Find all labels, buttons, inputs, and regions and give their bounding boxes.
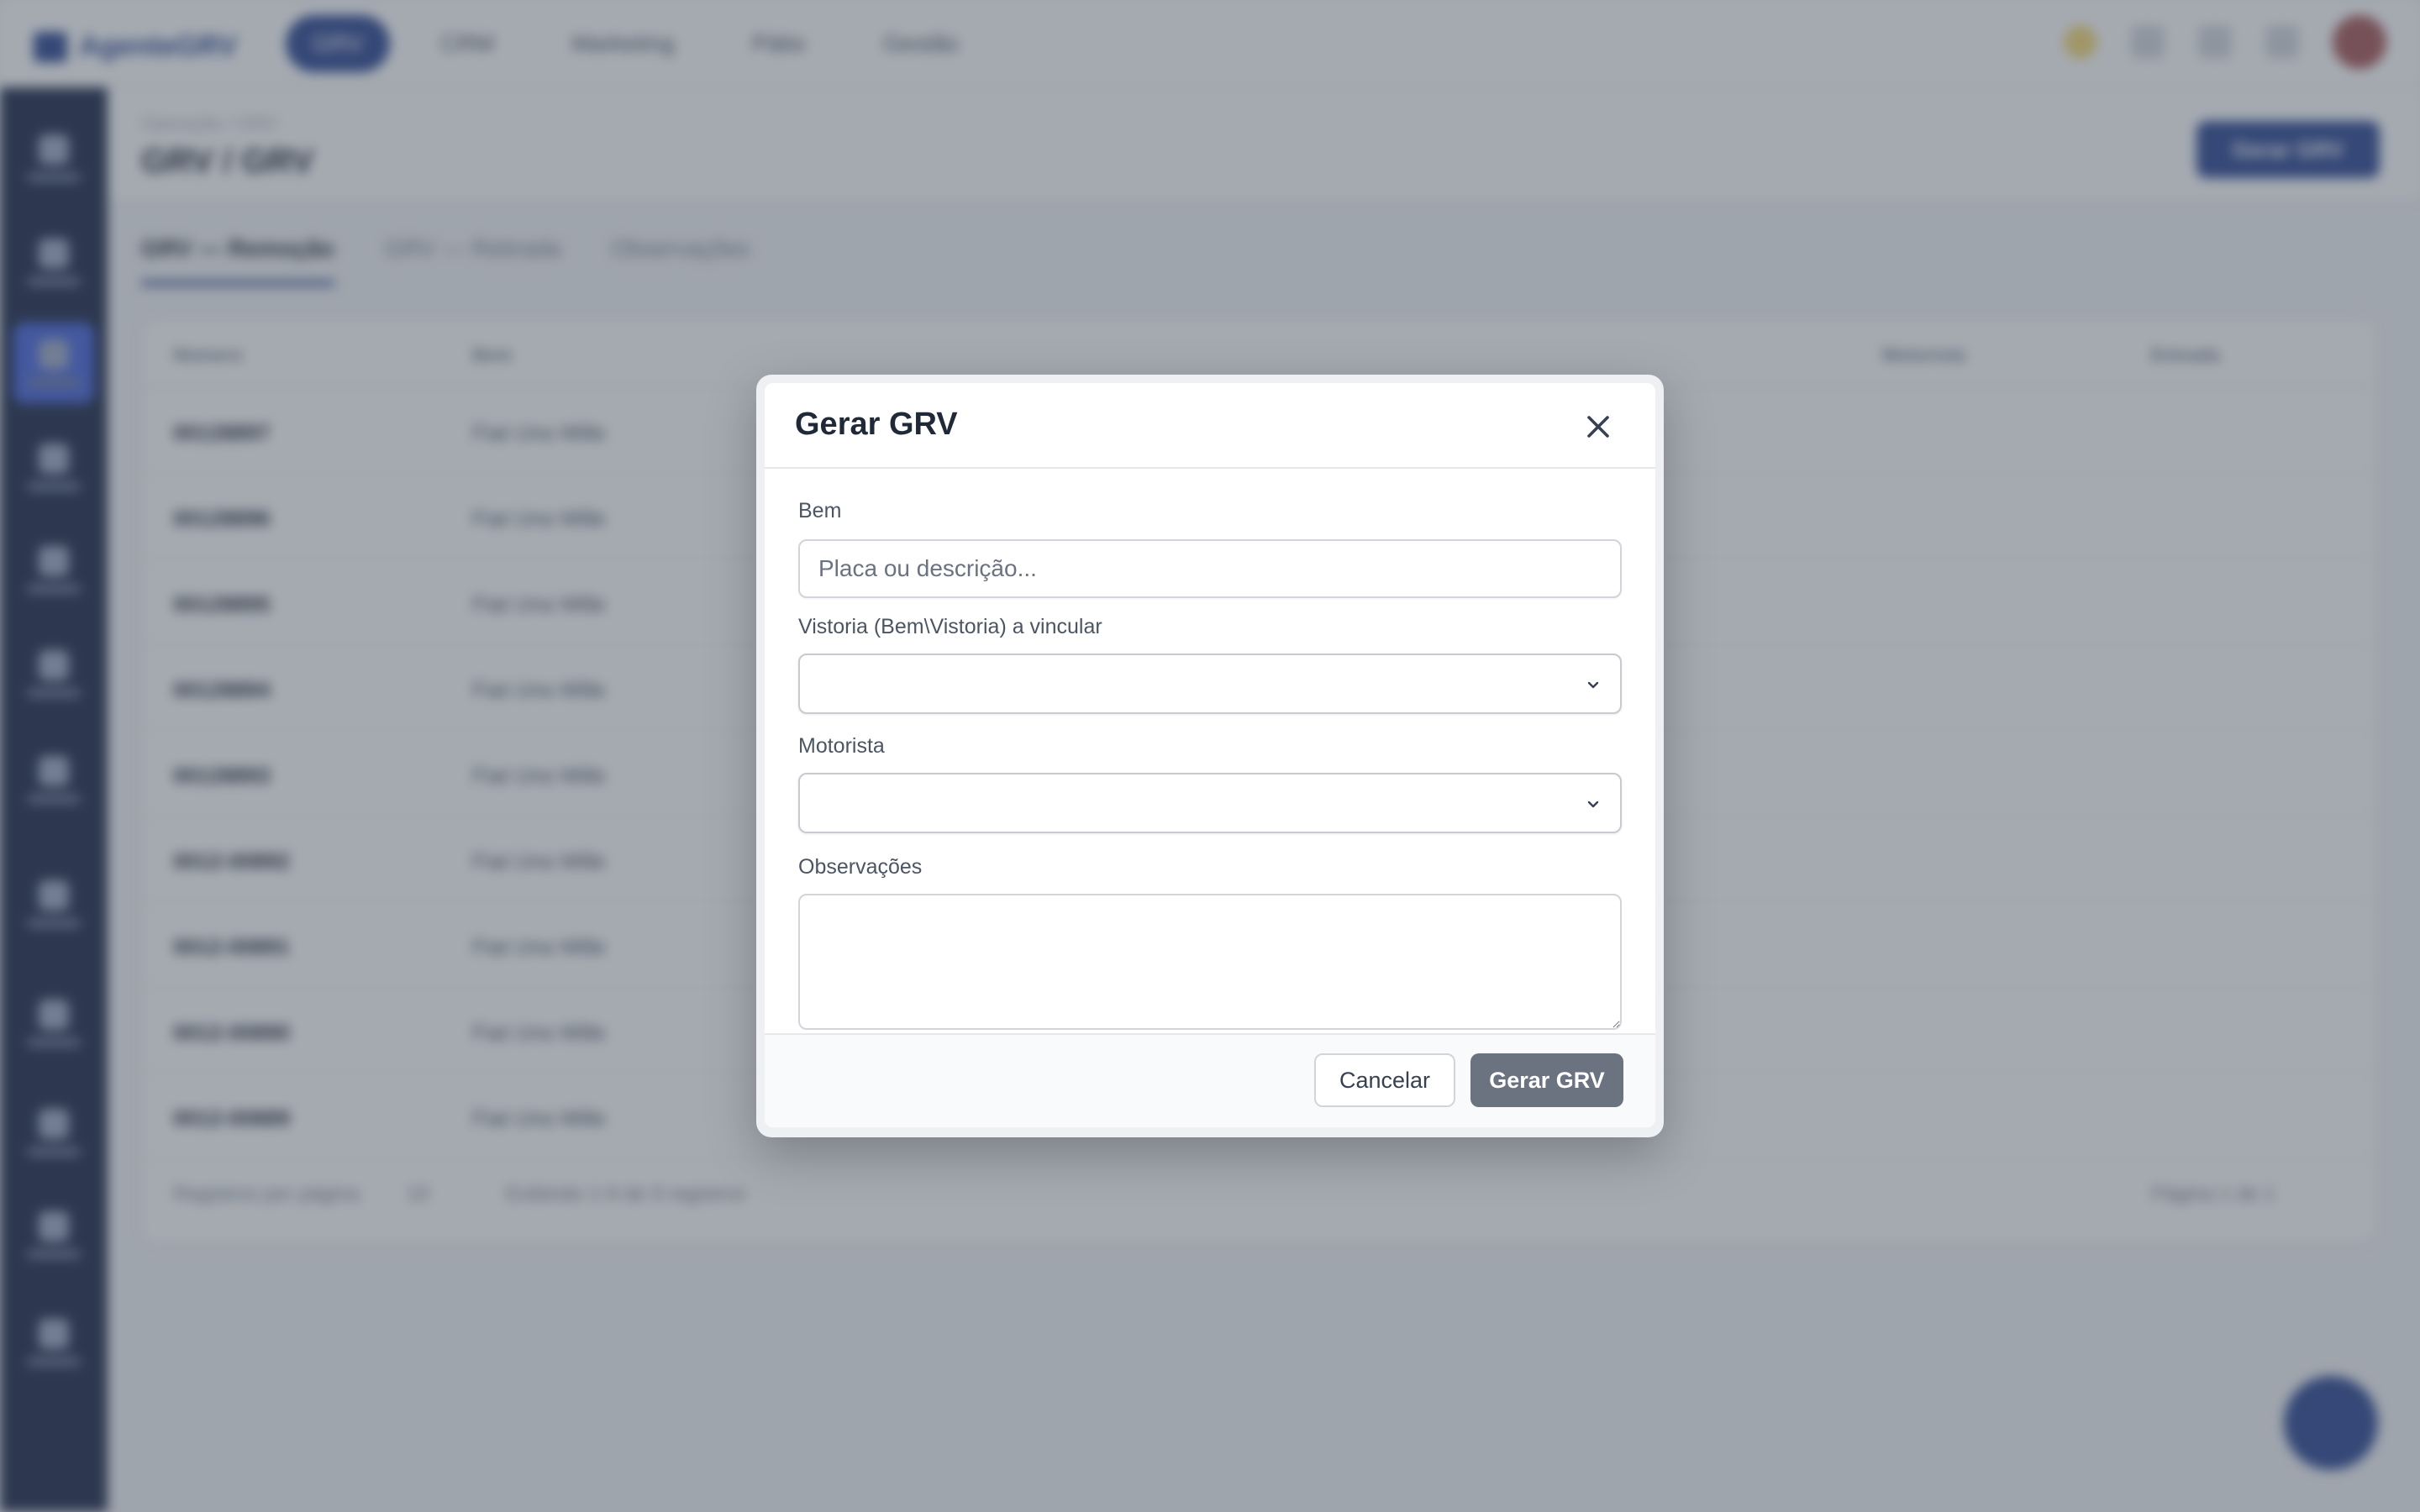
vistoria-label: Vistoria (Bem\Vistoria) a vincular: [798, 615, 1102, 638]
modal-content: Gerar GRV Bem Vistoria (Bem\Vistoria) a …: [765, 383, 1655, 1127]
bem-input[interactable]: [798, 539, 1622, 598]
close-icon: [1587, 416, 1609, 438]
cancel-button[interactable]: Cancelar: [1314, 1053, 1455, 1107]
motorista-select[interactable]: [798, 773, 1622, 833]
close-button[interactable]: [1576, 405, 1620, 449]
modal-body: Bem Vistoria (Bem\Vistoria) a vincular M…: [765, 469, 1655, 1033]
motorista-label: Motorista: [798, 734, 885, 758]
chevron-down-icon: [1587, 801, 1599, 808]
modal-footer: Cancelar Gerar GRV: [765, 1033, 1655, 1127]
modal-dialog: Gerar GRV Bem Vistoria (Bem\Vistoria) a …: [756, 375, 1664, 1137]
modal-title: Gerar GRV: [795, 407, 958, 442]
submit-grv-button[interactable]: Gerar GRV: [1470, 1053, 1623, 1107]
vistoria-select[interactable]: [798, 654, 1622, 714]
modal-header: Gerar GRV: [765, 383, 1655, 469]
chevron-down-icon: [1587, 681, 1599, 689]
observacoes-textarea[interactable]: [798, 894, 1622, 1030]
observacoes-label: Observações: [798, 855, 923, 879]
bem-label: Bem: [798, 499, 842, 522]
